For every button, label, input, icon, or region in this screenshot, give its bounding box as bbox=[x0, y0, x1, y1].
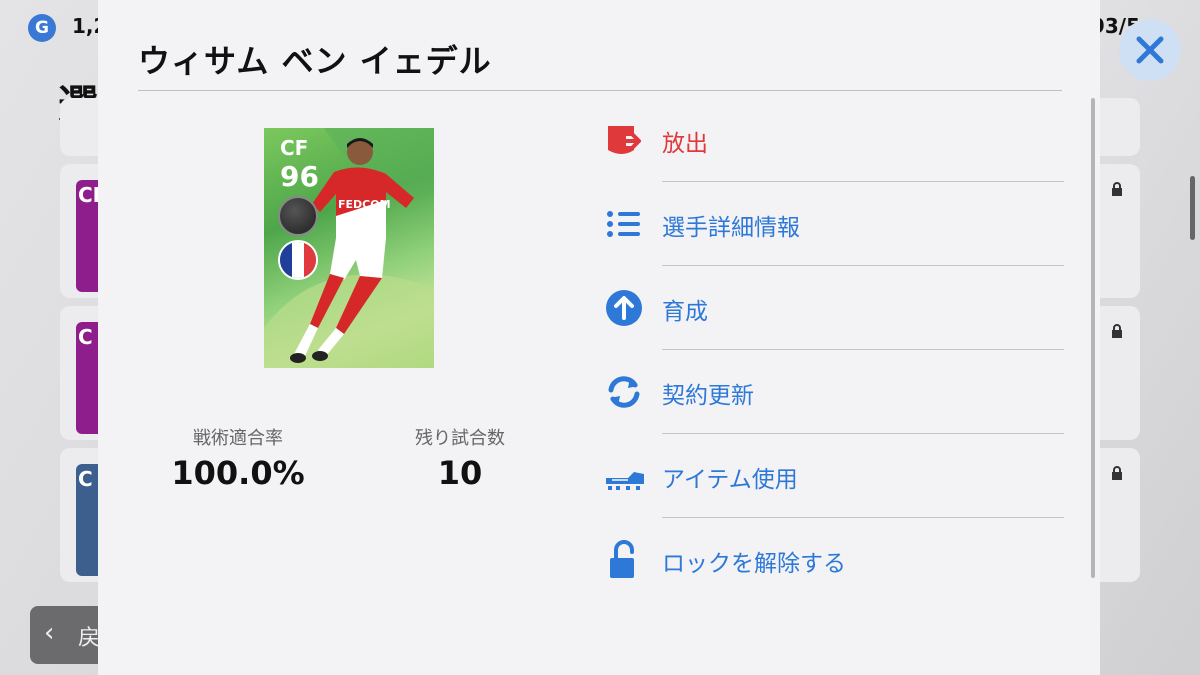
player-options-modal: ウィサム ベン イェデル FEDCOM CF 96 戦術適合率 100.0% 残… bbox=[98, 0, 1100, 675]
scrollbar[interactable] bbox=[1190, 176, 1195, 240]
lock-icon bbox=[1112, 182, 1122, 196]
menu-label: 契約更新 bbox=[662, 383, 754, 409]
back-label: 戻 bbox=[78, 626, 101, 651]
divider bbox=[138, 90, 1062, 91]
gp-coin-icon: G bbox=[28, 14, 56, 42]
arrow-up-icon bbox=[606, 290, 642, 326]
menu-label: ロックを解除する bbox=[662, 551, 846, 577]
list-icon bbox=[607, 211, 640, 237]
card-rating: 96 bbox=[280, 160, 319, 193]
refresh-icon bbox=[608, 376, 640, 408]
matches-remaining-value: 10 bbox=[437, 454, 483, 492]
close-icon bbox=[1136, 36, 1164, 64]
club-badge-icon bbox=[278, 196, 318, 236]
menu-item-use-item[interactable]: アイテム使用 bbox=[598, 434, 1064, 518]
france-flag-icon bbox=[278, 240, 318, 280]
menu-label: 育成 bbox=[662, 299, 708, 325]
modal-scrollbar[interactable] bbox=[1091, 98, 1095, 578]
player-name: ウィサム ベン イェデル bbox=[138, 42, 492, 80]
thumb-position: C bbox=[78, 467, 93, 491]
thumb-position: C bbox=[78, 325, 93, 349]
close-button[interactable] bbox=[1119, 19, 1181, 81]
chevron-left-icon: ‹ bbox=[44, 618, 55, 648]
menu-item-contract-renewal[interactable]: 契約更新 bbox=[598, 350, 1064, 434]
menu-label: アイテム使用 bbox=[662, 467, 798, 493]
menu-label: 選手詳細情報 bbox=[662, 215, 800, 241]
player-card[interactable]: FEDCOM CF 96 bbox=[264, 128, 434, 368]
lock-icon bbox=[1112, 466, 1122, 480]
menu-item-unlock[interactable]: ロックを解除する bbox=[598, 518, 1064, 602]
menu-item-release[interactable]: 放出 bbox=[598, 98, 1064, 182]
matches-remaining-label: 残り試合数 bbox=[415, 428, 505, 449]
release-icon bbox=[608, 126, 641, 154]
lock-icon bbox=[1112, 324, 1122, 338]
card-position: CF bbox=[280, 136, 309, 160]
unlock-icon bbox=[610, 540, 634, 578]
menu-item-training[interactable]: 育成 bbox=[598, 266, 1064, 350]
fitness-label: 戦術適合率 bbox=[193, 428, 283, 449]
menu-label: 放出 bbox=[662, 131, 708, 157]
boot-icon bbox=[606, 472, 644, 490]
fitness-value: 100.0% bbox=[171, 454, 305, 492]
sponsor-text: FEDCOM bbox=[338, 198, 391, 211]
menu-item-player-details[interactable]: 選手詳細情報 bbox=[598, 182, 1064, 266]
